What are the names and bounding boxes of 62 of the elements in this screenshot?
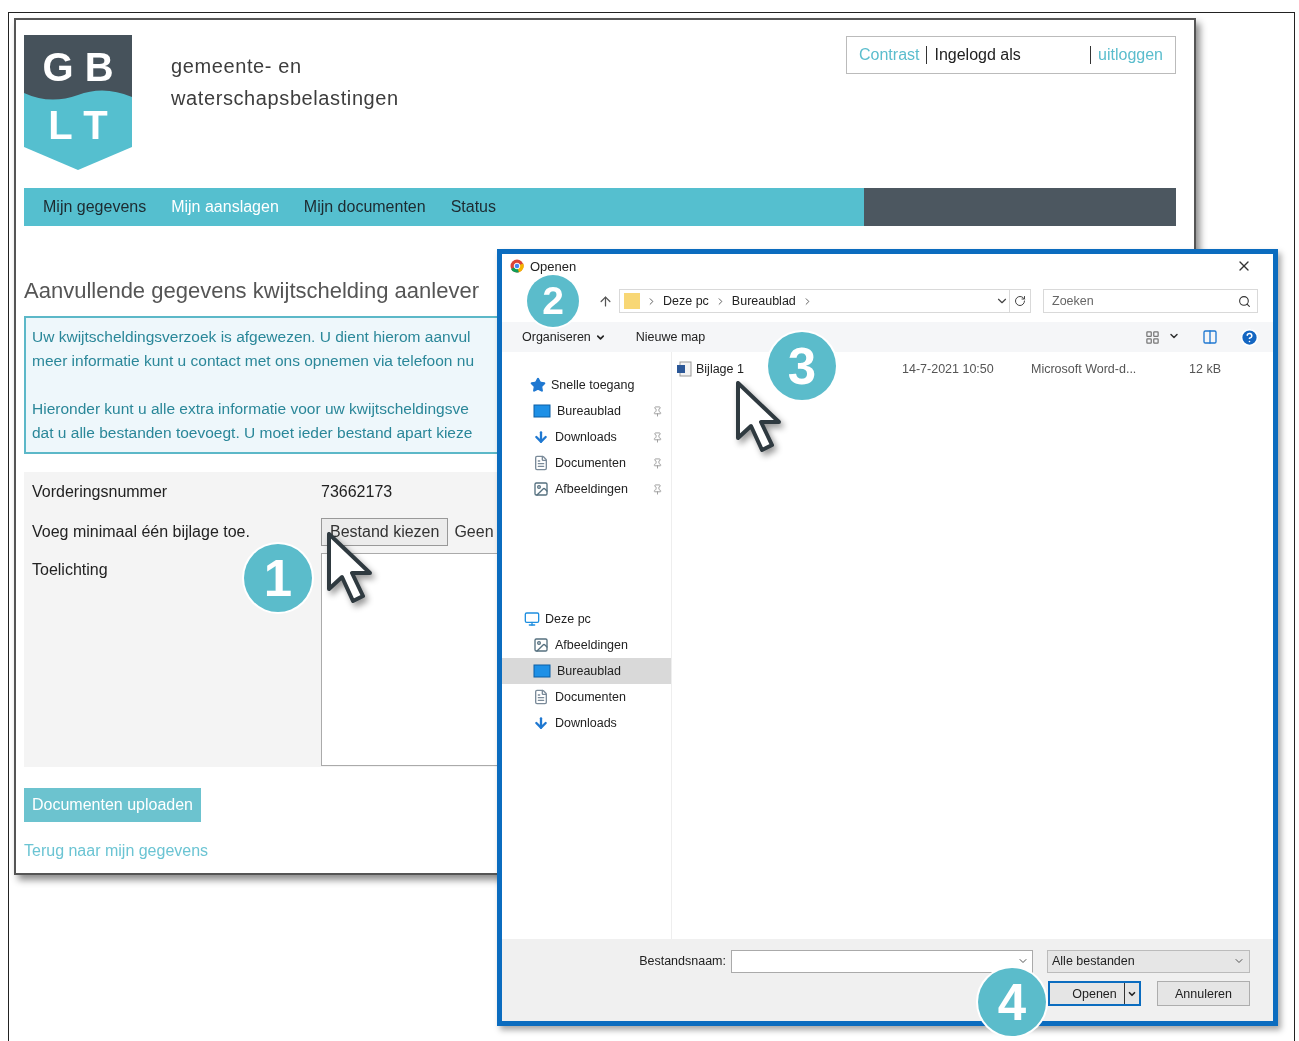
open-button[interactable]: Openen — [1048, 981, 1141, 1006]
field-value: 73662173 — [321, 483, 393, 501]
file-date: 14-7-2021 10:50 — [902, 362, 995, 376]
organize-button[interactable]: Organiseren — [522, 330, 606, 344]
dialog-title: Openen — [530, 258, 577, 274]
cancel-button[interactable]: Annuleren — [1157, 981, 1250, 1006]
sidebar-item[interactable]: Downloads — [502, 710, 671, 736]
sidebar-item[interactable]: Downloads — [502, 424, 671, 450]
file-type: Microsoft Word-d... — [1031, 362, 1138, 376]
site-title: gemeente- en — [171, 54, 303, 79]
site-title: waterschapsbelastingen — [171, 86, 399, 111]
nav-tab[interactable]: Status — [450, 198, 496, 216]
word-document-icon — [676, 361, 692, 377]
field-label: Toelichting — [32, 560, 108, 579]
breadcrumb-item[interactable]: Deze pc — [663, 294, 709, 308]
search-field[interactable]: Zoeken — [1043, 289, 1258, 313]
desktop-icon — [533, 664, 551, 678]
help-icon[interactable] — [1240, 327, 1259, 347]
field-label: Voeg minimaal één bijlage toe. — [32, 523, 250, 541]
download-icon — [533, 715, 549, 731]
new-folder-button[interactable]: Nieuwe map — [635, 330, 706, 344]
preview-pane-icon[interactable] — [1202, 329, 1218, 345]
folder-icon — [624, 291, 640, 311]
logo-text: G B — [41, 47, 115, 87]
view-options-icon[interactable] — [1145, 329, 1180, 345]
page-heading: Aanvullende gegevens kwijtschelding aanlever — [24, 278, 479, 304]
notice-text: dat u alle bestanden toevoegt. U moet ieder bestand apart kieze — [32, 423, 473, 443]
search-icon — [1238, 294, 1251, 308]
pictures-icon — [533, 481, 549, 497]
sidebar-group[interactable]: Snelle toegang — [502, 372, 671, 398]
file-status: Geen — [454, 523, 494, 541]
sidebar-item[interactable]: Documenten — [502, 450, 671, 476]
address-bar[interactable]: Deze pc Bureaublad — [619, 289, 1031, 313]
sidebar-item[interactable]: Documenten — [502, 684, 671, 710]
document-icon — [533, 689, 549, 705]
file-size: 12 kB — [1188, 362, 1221, 376]
breadcrumb-item[interactable]: Bureaublad — [731, 294, 796, 308]
star-icon — [530, 377, 546, 393]
sidebar-item[interactable]: Afbeeldingen — [502, 476, 671, 502]
pictures-icon — [533, 637, 549, 653]
document-icon — [533, 455, 549, 471]
sidebar-item[interactable]: Afbeeldingen — [502, 632, 671, 658]
notice-text: meer informatie kunt u contact met ons opnemen via telefoon nu — [32, 351, 474, 371]
filename-field[interactable] — [731, 949, 1033, 973]
step-number-badge: 4 — [978, 968, 1046, 1036]
browser-icon — [510, 259, 524, 273]
logo-text: L T — [47, 105, 109, 145]
choose-file-button[interactable]: Bestand kiezen — [321, 518, 449, 546]
notice-text: Uw kwijtscheldingsverzoek is afgewezen. U dient hierom aanvul — [32, 327, 471, 347]
computer-icon — [524, 611, 540, 627]
field-label: Vorderingsnummer — [32, 483, 168, 501]
download-icon — [533, 429, 549, 445]
filename-label: Bestandsnaam: — [638, 954, 727, 968]
sidebar-group[interactable]: Deze pc — [502, 606, 671, 632]
sidebar-item[interactable]: Bureaublad — [502, 658, 671, 684]
nav-tab[interactable]: Mijn gegevens — [43, 198, 147, 216]
desktop-icon — [533, 404, 551, 418]
file-type-select[interactable]: Alle bestanden — [1047, 949, 1250, 973]
notice-text: Hieronder kunt u alle extra informatie voor uw kwijtscheldingsve — [32, 399, 469, 419]
logged-in-label: Ingelogd als — [934, 46, 1022, 64]
sidebar-item[interactable]: Bureaublad — [502, 398, 671, 424]
nav-tab[interactable]: Mijn documenten — [303, 198, 426, 216]
